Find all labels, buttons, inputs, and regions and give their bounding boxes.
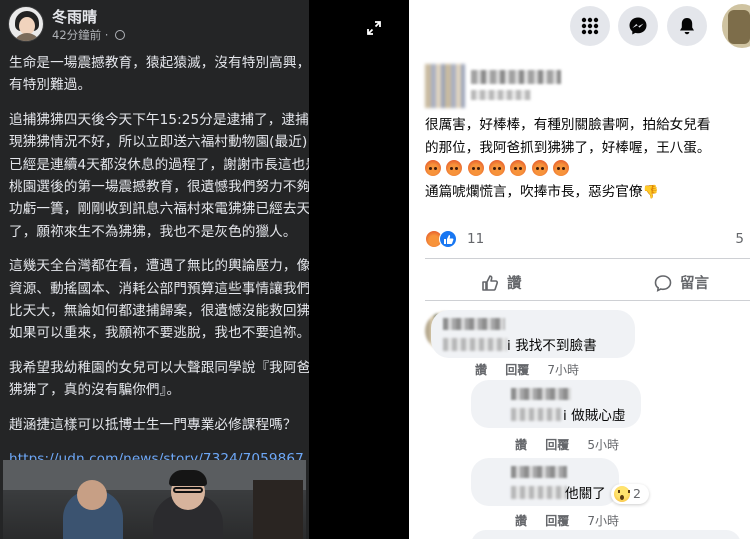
comment-actions: 讚 回覆 7小時 — [515, 512, 633, 529]
comment-bubble-icon — [654, 275, 672, 292]
commenter-name-blurred[interactable] — [471, 70, 561, 84]
post-photo[interactable] — [3, 460, 306, 539]
angry-emoji-icon — [552, 160, 569, 177]
comment-bubble: 他關了 — [471, 458, 619, 506]
wow-reaction-icon — [614, 486, 630, 502]
comment-author-blurred[interactable] — [511, 388, 571, 400]
comment-reaction-count: 2 — [633, 486, 641, 501]
comment-like-link[interactable]: 讚 — [475, 363, 487, 377]
comment-text: 他關了 — [565, 486, 606, 502]
angry-emoji-icon — [467, 160, 484, 177]
commenter-meta-blurred — [471, 90, 531, 100]
divider — [425, 258, 750, 259]
angry-emoji-icon — [488, 160, 505, 177]
comment-actions: 讚 回覆 7小時 — [475, 361, 593, 378]
divider — [425, 300, 750, 301]
comments-panel: 很厲害，好棒棒，有種別關臉書啊，拍給女兒看 的那位，我阿爸抓到狒狒了，好棒喔，王… — [409, 0, 750, 539]
next-comment-bubble-partial — [471, 530, 741, 539]
angry-emoji-icon — [531, 160, 548, 177]
comment-time[interactable]: 7小時 — [587, 514, 619, 528]
comment-text-blurred — [511, 486, 567, 499]
thumbs-up-icon — [482, 275, 499, 291]
post-actions: 讚 留言 — [425, 268, 750, 298]
comment-text-blurred — [443, 338, 507, 351]
author-name[interactable]: 冬雨晴 — [52, 6, 97, 27]
comment-bubble: i 做賊心虛 — [471, 380, 641, 428]
comment-author-blurred[interactable] — [511, 466, 567, 478]
like-button[interactable]: 讚 — [481, 272, 522, 293]
comment-text-blurred — [511, 408, 561, 421]
top-nav-icons — [409, 2, 750, 48]
comment-reply-link[interactable]: 回覆 — [545, 514, 569, 528]
comment-like-link[interactable]: 讚 — [515, 514, 527, 528]
photo-viewer-backdrop — [309, 0, 409, 539]
comment-like-link[interactable]: 讚 — [515, 438, 527, 452]
angry-emoji-icon — [446, 160, 463, 177]
globe-icon — [115, 30, 126, 40]
profile-avatar[interactable] — [722, 4, 750, 48]
commenter-avatar-blurred[interactable] — [425, 64, 465, 108]
comment-text: i 做賊心虛 — [563, 408, 626, 424]
comment-reaction-badge[interactable]: 2 — [611, 484, 649, 504]
comment-time[interactable]: 7小時 — [547, 363, 579, 377]
comment-reply-link[interactable]: 回覆 — [505, 363, 529, 377]
messenger-icon[interactable] — [618, 6, 658, 46]
bell-icon[interactable] — [667, 6, 707, 46]
share-count-partial[interactable]: 5 — [735, 231, 744, 247]
expand-icon[interactable] — [366, 20, 382, 36]
comment-author-blurred[interactable] — [443, 318, 505, 330]
comment-bubble: i 我找不到臉書 — [431, 310, 635, 358]
menu-grid-icon[interactable] — [570, 6, 610, 46]
comment-time[interactable]: 5小時 — [587, 438, 619, 452]
reaction-count[interactable]: 11 — [467, 231, 484, 247]
angry-emoji-icon — [425, 160, 441, 177]
post-time[interactable]: 42分鐘前 · — [52, 27, 126, 43]
comment-text: i 我找不到臉書 — [507, 338, 597, 354]
thumbs-down-emoji-icon: 👎 — [642, 185, 659, 201]
like-reaction-icon — [439, 230, 457, 248]
comment-reply-link[interactable]: 回覆 — [545, 438, 569, 452]
angry-emoji-row — [425, 159, 747, 181]
comment-actions: 讚 回覆 5小時 — [515, 436, 633, 453]
comment-button[interactable]: 留言 — [654, 272, 709, 293]
shared-post-text: 很厲害，好棒棒，有種別關臉書啊，拍給女兒看 的那位，我阿爸抓到狒狒了，好棒喔，王… — [425, 114, 747, 205]
angry-emoji-icon — [510, 160, 527, 177]
reaction-summary[interactable]: 11 5 — [425, 228, 750, 250]
author-avatar[interactable] — [8, 6, 44, 42]
